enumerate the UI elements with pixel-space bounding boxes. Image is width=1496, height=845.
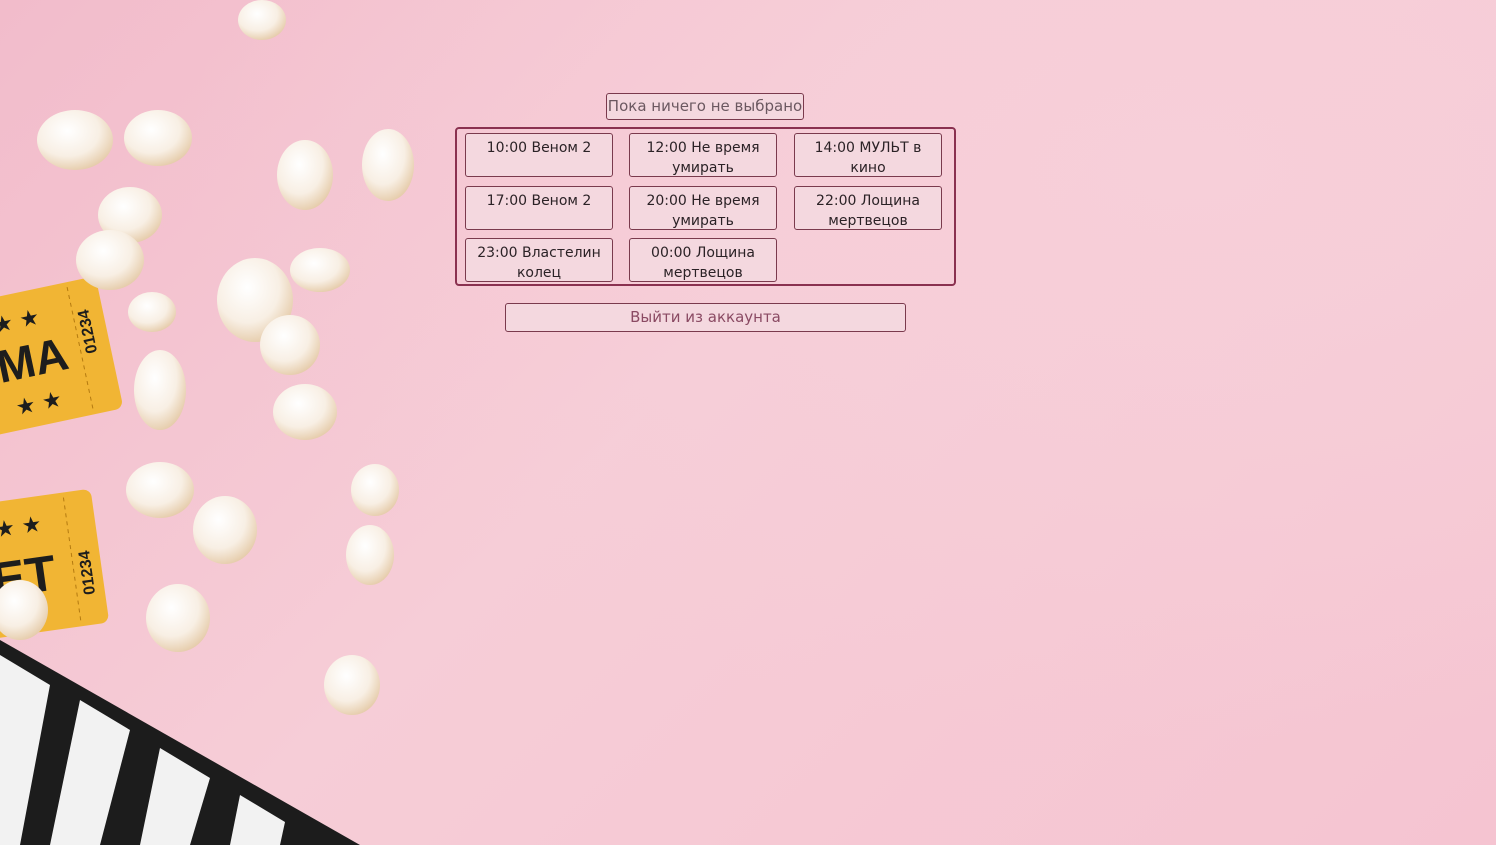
- cinema-ticket-icon: MA 01234 ★ ★ ★ ★: [0, 277, 122, 438]
- session-schedule: 10:00 Веном 2 12:00 Не время умирать 14:…: [455, 127, 956, 286]
- session-button[interactable]: 20:00 Не время умирать: [629, 186, 777, 230]
- clapperboard-icon: [0, 640, 360, 845]
- selection-status: Пока ничего не выбрано: [606, 93, 804, 120]
- popcorn-decoration: MA 01234 ★ ★ ★ ★ ET 01234 ★ ★: [0, 0, 414, 845]
- session-button[interactable]: 12:00 Не время умирать: [629, 133, 777, 177]
- session-button[interactable]: 00:00 Лощина мертвецов: [629, 238, 777, 282]
- session-button[interactable]: 10:00 Веном 2: [465, 133, 613, 177]
- session-button[interactable]: 14:00 МУЛЬТ в кино: [794, 133, 942, 177]
- session-button[interactable]: 17:00 Веном 2: [465, 186, 613, 230]
- session-button[interactable]: 23:00 Властелин колец: [465, 238, 613, 282]
- logout-button[interactable]: Выйти из аккаунта: [505, 303, 906, 332]
- session-button[interactable]: 22:00 Лощина мертвецов: [794, 186, 942, 230]
